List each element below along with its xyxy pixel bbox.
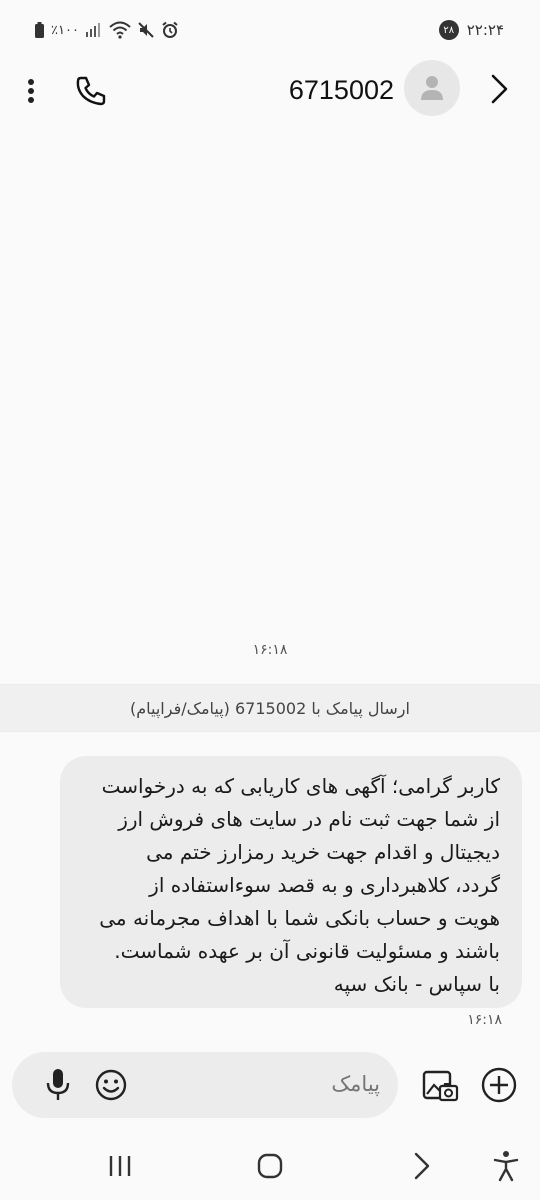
home-icon[interactable]: [252, 1148, 288, 1184]
conversation-date: ۱۶:۱۸: [252, 642, 288, 658]
add-icon[interactable]: [480, 1066, 518, 1104]
avatar-person-icon: [421, 76, 443, 100]
message-line: باشند و مسئولیت قانونی آن بر عهده شماست.: [114, 939, 500, 963]
battery-text: ٪۱۰۰: [51, 22, 79, 38]
status-right: ۲۸ ۲۲:۲۴: [438, 20, 504, 40]
status-left: ٪۱۰۰: [34, 20, 179, 40]
message-line: با سپاس - بانک سپه: [333, 972, 500, 996]
send-info-band: ارسال پیامک با 6715002 (پیامک/فراپیام): [0, 684, 540, 732]
battery-icon: [35, 22, 44, 38]
mute-icon: [138, 22, 154, 38]
emoji-icon[interactable]: [94, 1068, 128, 1102]
avatar[interactable]: [404, 60, 460, 116]
signal-icon: [85, 23, 100, 37]
message-line: هویت و حساب بانکی شما با اهداف مجرمانه م…: [99, 906, 500, 930]
message-line: گردد، کلاهبرداری و به قصد سوءاستفاده از: [149, 873, 500, 897]
chevron-right-icon[interactable]: [482, 72, 516, 106]
send-info-text: ارسال پیامک با 6715002 (پیامک/فراپیام): [130, 699, 410, 718]
navigation-bar: [0, 1132, 540, 1200]
recent-apps-icon[interactable]: [102, 1148, 138, 1184]
microphone-icon[interactable]: [40, 1066, 76, 1104]
message-line: از شما جهت ثبت نام در سایت های فروش ارز: [118, 807, 500, 831]
message-input[interactable]: [180, 1052, 380, 1118]
notification-badge: ۲۸: [438, 20, 459, 40]
alarm-icon: [162, 21, 178, 38]
back-nav-icon[interactable]: [404, 1148, 440, 1184]
status-bar: ٪۱۰۰ ۲۸ ۲۲:۲۴: [0, 0, 540, 60]
more-vertical-icon[interactable]: [14, 74, 48, 108]
contact-number[interactable]: 6715002: [289, 70, 394, 110]
wifi-icon: [109, 21, 131, 39]
conversation-header: 6715002: [0, 60, 540, 120]
gallery-icon[interactable]: [420, 1066, 460, 1106]
message-line: دیجیتال و اقدام جهت خرید رمزارز ختم می: [146, 840, 500, 864]
message-bubble[interactable]: کاربر گرامی؛ آگهی های کاریابی که به درخو…: [60, 756, 522, 1008]
message-time: ۱۶:۱۸: [467, 1012, 502, 1028]
message-composer: [12, 1052, 398, 1118]
message-line: کاربر گرامی؛ آگهی های کاریابی که به درخو…: [101, 774, 500, 798]
phone-icon[interactable]: [72, 72, 110, 110]
accessibility-icon[interactable]: [488, 1148, 524, 1184]
status-clock: ۲۲:۲۴: [466, 21, 504, 39]
